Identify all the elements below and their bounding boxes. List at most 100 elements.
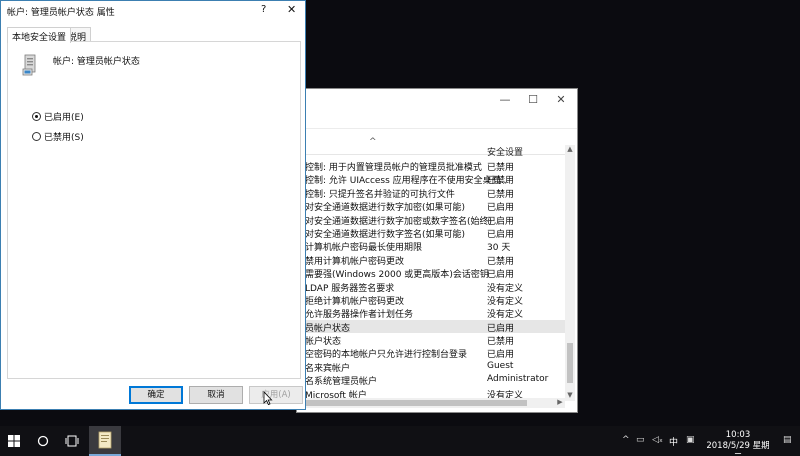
policy-list: 控制: 用于内置管理员帐户的管理员批准模式 已禁用 控制: 允许 UIAccess …	[297, 159, 566, 401]
properties-dialog: 帐户: 管理员帐户状态 属性 ? ✕ 本地安全设置 说明 帐户: 管理员帐户状态…	[0, 0, 306, 410]
help-button[interactable]: ?	[261, 4, 266, 15]
chevron-up-icon[interactable]: ^	[622, 435, 630, 445]
option-enabled[interactable]: 已启用(E)	[32, 110, 84, 123]
policy-row-name: 计算机帐户密码最长使用期限	[305, 243, 423, 254]
taskbar-app-security-policy[interactable]	[89, 426, 121, 456]
policy-row-name: 空密码的本地帐户只允许进行控制台登录	[305, 350, 468, 361]
policy-row-setting: 已禁用	[487, 163, 515, 173]
apply-button[interactable]: 应用(A)	[249, 386, 303, 404]
hscroll-thumb[interactable]	[297, 400, 527, 406]
policy-row[interactable]: 名系统管理员帐户 Administrator	[297, 373, 566, 388]
policy-row-name: 禁用计算机帐户密码更改	[305, 256, 405, 267]
volume-muted-icon[interactable]: ◁ₓ	[652, 435, 663, 445]
policy-row-name: 名来宾帐户	[305, 363, 351, 374]
clock-date: 2018/5/29 星期二	[706, 441, 770, 456]
mouse-pointer-icon	[263, 391, 273, 406]
sort-arrow-icon[interactable]: ^	[369, 137, 377, 147]
cancel-button[interactable]: 取消	[189, 386, 243, 404]
dialog-close-button[interactable]: ✕	[287, 3, 296, 16]
menu-bar	[297, 111, 577, 129]
policy-row-name: 允许服务器操作者计划任务	[305, 310, 414, 321]
policy-row[interactable]: 拒绝计算机帐户密码更改 没有定义	[297, 293, 566, 307]
scroll-thumb[interactable]	[567, 343, 573, 383]
policy-row-name: 对安全通道数据进行数字加密或数字签名(始终)	[305, 216, 493, 227]
policy-row-name: 对安全通道数据进行数字加密(如果可能)	[305, 203, 466, 214]
close-button[interactable]: ✕	[551, 93, 571, 107]
policy-row-setting: 已禁用	[487, 176, 515, 187]
ok-button[interactable]: 确定	[129, 386, 183, 404]
policy-row-setting: 没有定义	[487, 296, 524, 307]
policy-row-name: 拒绝计算机帐户密码更改	[305, 296, 405, 307]
policy-row[interactable]: 员帐户状态 已启用	[297, 319, 566, 334]
enabled-label[interactable]: 已启用(E)	[44, 110, 84, 123]
scroll-down-icon[interactable]: ▼	[565, 391, 575, 401]
policy-row-setting: 已启用	[487, 216, 515, 227]
policy-row[interactable]: 名来宾帐户 Guest	[297, 360, 566, 374]
policy-row-name: 对安全通道数据进行数字签名(如果可能)	[305, 229, 466, 240]
policy-row[interactable]: 允许服务器操作者计划任务 没有定义	[297, 306, 566, 321]
policy-row[interactable]: 计算机帐户密码最长使用期限 30 天	[297, 239, 566, 254]
policy-row-name: 名系统管理员帐户	[305, 377, 378, 388]
policy-row-name: LDAP 服务器签名要求	[305, 283, 395, 294]
policy-server-icon	[22, 54, 36, 76]
scroll-up-icon[interactable]: ▲	[565, 145, 575, 155]
policy-row[interactable]: 对安全通道数据进行数字加密(如果可能) 已启用	[297, 199, 566, 214]
policy-row[interactable]: 对安全通道数据进行数字加密或数字签名(始终) 已启用	[297, 213, 566, 227]
policy-row-setting: 已禁用	[487, 337, 515, 348]
network-icon[interactable]: ▭	[636, 435, 645, 445]
search-button[interactable]	[30, 426, 56, 456]
user-account-icon[interactable]: ▣	[686, 435, 695, 445]
cortana-circle-icon	[37, 435, 49, 447]
list-header: ^ 安全设置	[297, 137, 566, 158]
policy-name: 帐户: 管理员帐户状态	[53, 57, 140, 67]
policy-row-setting: 已启用	[487, 270, 515, 281]
task-view-icon	[65, 435, 79, 447]
dialog-title: 帐户: 管理员帐户状态 属性	[7, 8, 115, 18]
disabled-label[interactable]: 已禁用(S)	[44, 130, 84, 143]
policy-row-setting: Administrator	[487, 374, 549, 385]
column-header-setting[interactable]: 安全设置	[487, 145, 523, 158]
vertical-scrollbar[interactable]: ▲ ▼	[565, 145, 575, 401]
policy-row-setting: 已启用	[487, 203, 515, 214]
policy-row-setting: 已禁用	[487, 256, 515, 267]
security-policy-window: — ☐ ✕ ^ 安全设置 控制: 用于内置管理员帐户的管理员批准模式 已禁用 控制:…	[296, 88, 578, 413]
policy-row[interactable]: 控制: 用于内置管理员帐户的管理员批准模式 已禁用	[297, 159, 566, 173]
system-clock[interactable]: 10:03 2018/5/29 星期二	[705, 430, 771, 456]
policy-row[interactable]: 禁用计算机帐户密码更改 已禁用	[297, 253, 566, 267]
policy-row[interactable]: 对安全通道数据进行数字签名(如果可能) 已启用	[297, 226, 566, 240]
policy-row-setting: 已禁用	[487, 189, 515, 200]
policy-app-icon	[98, 431, 112, 449]
task-view-button[interactable]	[58, 426, 86, 456]
policy-row-name: 控制: 允许 UIAccess 应用程序在不使用安全桌面...	[305, 176, 510, 187]
policy-row-setting: Guest	[487, 360, 514, 371]
policy-row-setting: 已启用	[487, 323, 515, 334]
tab-local-security-setting[interactable]: 本地安全设置	[7, 27, 72, 43]
policy-row[interactable]: LDAP 服务器签名要求 没有定义	[297, 280, 566, 294]
option-disabled[interactable]: 已禁用(S)	[32, 130, 84, 143]
policy-row[interactable]: 帐户状态 已禁用	[297, 333, 566, 348]
clock-time: 10:03	[725, 430, 751, 440]
policy-row-name: 控制: 只提升签名并验证的可执行文件	[305, 189, 455, 200]
dialog-titlebar[interactable]: 帐户: 管理员帐户状态 属性 ? ✕	[1, 1, 305, 23]
windows-logo-icon	[8, 435, 20, 447]
policy-row-setting: 30 天	[487, 243, 511, 254]
policy-row[interactable]: 空密码的本地帐户只允许进行控制台登录 已启用	[297, 346, 566, 361]
policy-row-name: 控制: 用于内置管理员帐户的管理员批准模式	[305, 163, 482, 173]
scroll-right-icon[interactable]: ▶	[555, 398, 565, 408]
minimize-button[interactable]: —	[495, 93, 515, 107]
window-titlebar[interactable]: — ☐ ✕	[297, 89, 577, 111]
maximize-button[interactable]: ☐	[523, 93, 543, 107]
horizontal-scrollbar[interactable]: ▶	[297, 398, 565, 408]
policy-row[interactable]: 需要强(Windows 2000 或更高版本)会话密钥 已启用	[297, 266, 566, 281]
policy-row[interactable]: 控制: 只提升签名并验证的可执行文件 已禁用	[297, 186, 566, 200]
settings-panel: 帐户: 管理员帐户状态 已启用(E) 已禁用(S)	[7, 41, 301, 379]
start-button[interactable]	[0, 426, 28, 456]
ime-indicator[interactable]: 中	[669, 435, 678, 448]
notification-center-icon[interactable]: ▤	[783, 435, 792, 445]
enabled-radio[interactable]	[32, 111, 41, 121]
policy-row-setting: 没有定义	[487, 310, 524, 321]
policy-row-name: 需要强(Windows 2000 或更高版本)会话密钥	[305, 270, 489, 281]
disabled-radio[interactable]	[32, 131, 41, 141]
policy-row-setting: 没有定义	[487, 283, 524, 294]
policy-row[interactable]: 控制: 允许 UIAccess 应用程序在不使用安全桌面... 已禁用	[297, 172, 566, 187]
